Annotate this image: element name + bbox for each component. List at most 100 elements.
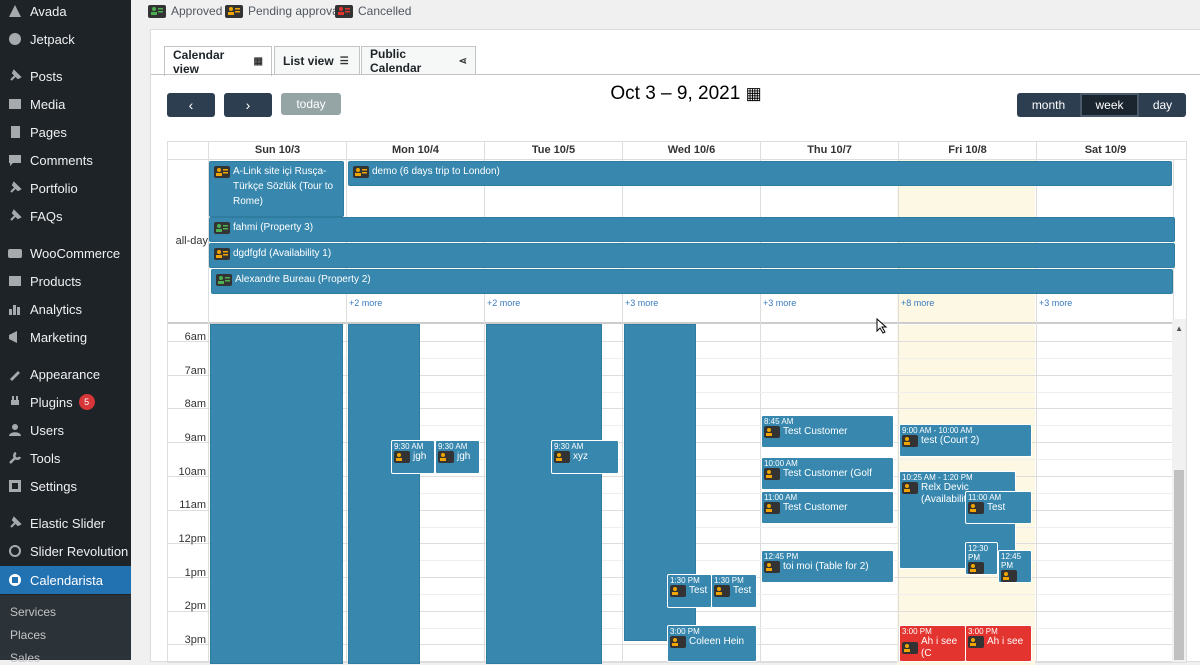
sidebar-item-pages[interactable]: Pages [0,119,131,145]
allday-event[interactable]: Alexandre Bureau (Property 2) [211,269,1173,294]
legend-approved: Approved [148,4,222,18]
event-title: Test [987,502,1006,513]
sidebar-item-label: Plugins [30,394,73,410]
more-link[interactable]: +3 more [625,298,658,308]
time-label: 3pm [184,634,206,646]
allday-event[interactable]: fahmi (Property 3) [209,217,1175,242]
sidebar-item-jetpack[interactable]: Jetpack [0,26,131,52]
sidebar-item-tools[interactable]: Tools [0,445,131,471]
timed-event[interactable]: 1:30 PM Test [667,574,712,608]
timed-event[interactable]: 12:30 PM [965,542,998,575]
tab-label: Public Calendar [370,47,422,75]
tab-list-view[interactable]: List view ☰ [274,46,360,75]
sidebar-item-media[interactable]: Media [0,91,131,117]
day-header: Wed 10/6 [622,142,760,159]
pending-icon [670,585,686,597]
more-link[interactable]: +2 more [487,298,520,308]
plug-icon [7,394,23,410]
avada-icon [7,3,23,19]
more-link[interactable]: +2 more [349,298,382,308]
scroll-up-icon[interactable]: ▲ [1175,324,1183,333]
legend-label: Cancelled [358,4,412,18]
sidebar-item-woocommerce[interactable]: WooCommerce [0,240,131,266]
box-icon [7,273,23,289]
sidebar-item-faqs[interactable]: FAQs [0,203,131,229]
sidebar-item-comments[interactable]: Comments [0,147,131,173]
view-day-button[interactable]: day [1139,93,1186,117]
time-label: 2pm [184,600,206,612]
timed-event-block[interactable] [486,324,602,664]
timed-event-cancelled[interactable]: 3:00 PM Ah i see (C [899,625,966,662]
timed-event[interactable]: 9:30 AM jgh [391,440,435,474]
pending-icon [1001,570,1017,582]
timed-event[interactable]: 8:45 AM Test Customer [761,415,894,448]
sidebar-item-settings[interactable]: Settings [0,473,131,499]
sidebar-item-avada[interactable]: Avada [0,0,131,24]
prev-button[interactable]: ‹ [167,93,215,117]
sidebar-item-appearance[interactable]: Appearance [0,361,131,387]
timed-event[interactable]: 9:30 AM xyz [551,440,619,474]
event-title: demo (6 days trip to London) [372,166,500,177]
legend-label: Approved [171,4,223,18]
sidebar-item-calendarista[interactable]: Calendarista [0,566,139,594]
event-time: 8:45 AM [764,417,794,426]
chevron-right-icon: › [245,97,251,113]
sidebar-item-elastic-slider[interactable]: Elastic Slider [0,510,131,536]
sidebar-item-products[interactable]: Products [0,268,131,294]
sidebar-item-slider-revolution[interactable]: Slider Revolution [0,538,131,564]
sidebar-item-plugins[interactable]: Plugins 5 [0,389,131,415]
media-icon [7,96,23,112]
sidebar-item-marketing[interactable]: Marketing [0,324,131,350]
timed-event[interactable]: 9:30 AM jgh [435,440,480,474]
timed-event[interactable]: 12:45 PM [998,550,1032,583]
timed-event[interactable]: 10:00 AM Test Customer (Golf [761,457,894,490]
allday-event[interactable]: demo (6 days trip to London) [348,161,1172,186]
event-time: 9:30 AM [438,442,468,451]
sidebar-item-label: Slider Revolution [30,543,129,559]
timed-event-block[interactable] [210,324,343,664]
view-week-button[interactable]: week [1080,93,1139,117]
sidebar-item-posts[interactable]: Posts [0,63,131,89]
scrollbar-thumb[interactable] [1174,470,1184,660]
today-button[interactable]: today [281,93,341,115]
timed-event[interactable]: 12:45 PM toi moi (Table for 2) [761,550,894,583]
timed-event[interactable]: 1:30 PM Test [711,574,757,608]
timed-event[interactable]: 9:00 AM - 10:00 AM test (Court 2) [899,424,1032,457]
timed-event[interactable]: 3:00 PM Coleen Hein [667,625,757,662]
sidebar-item-portfolio[interactable]: Portfolio [0,175,131,201]
submenu-item-services[interactable]: Services [10,605,56,619]
more-link[interactable]: +8 more [901,298,934,308]
timed-event[interactable]: 11:00 AM Test [965,491,1032,524]
tab-public-calendar[interactable]: Public Calendar ⋖ [361,46,476,75]
more-link[interactable]: +3 more [763,298,796,308]
calendar-panel: Calendar view ▦ List view ☰ Public Calenda… [150,29,1200,665]
view-month-button[interactable]: month [1017,93,1080,117]
event-time: 12:45 PM [764,552,799,561]
event-time: 11:00 AM [764,493,798,502]
cancelled-icon [335,4,353,18]
allday-event[interactable]: A-Link site içi Rusça-Türkçe Sözlük (Tou… [209,161,344,217]
timed-event-block[interactable] [348,324,420,664]
event-time: 9:30 AM [394,442,424,451]
more-link[interactable]: +3 more [1039,298,1072,308]
timed-event-cancelled[interactable]: 3:00 PM Ah i see [965,625,1032,662]
sidebar-item-label: Pages [30,124,67,140]
user-icon [7,422,23,438]
timed-event[interactable]: 11:00 AM Test Customer [761,491,894,524]
allday-event[interactable]: dgdfgfd (Availability 1) [209,243,1175,268]
week-calendar: Sun 10/3 Mon 10/4 Tue 10/5 Wed 10/6 Thu … [167,141,1187,665]
pending-icon [764,561,780,573]
time-label: 7am [184,365,206,377]
legend-label: Pending approval [248,4,342,18]
grid-line [168,159,1186,160]
tab-calendar-view[interactable]: Calendar view ▦ [164,46,272,76]
sidebar-item-label: Marketing [30,329,88,345]
submenu-item-sales[interactable]: Sales [10,651,40,665]
submenu-item-places[interactable]: Places [10,628,46,642]
next-button[interactable]: › [224,93,272,117]
sidebar-item-analytics[interactable]: Analytics [0,296,131,322]
sidebar-item-label: Elastic Slider [30,515,106,531]
pending-icon [554,451,570,463]
sidebar-item-users[interactable]: Users [0,417,131,443]
sidebar-item-label: Products [30,273,82,289]
